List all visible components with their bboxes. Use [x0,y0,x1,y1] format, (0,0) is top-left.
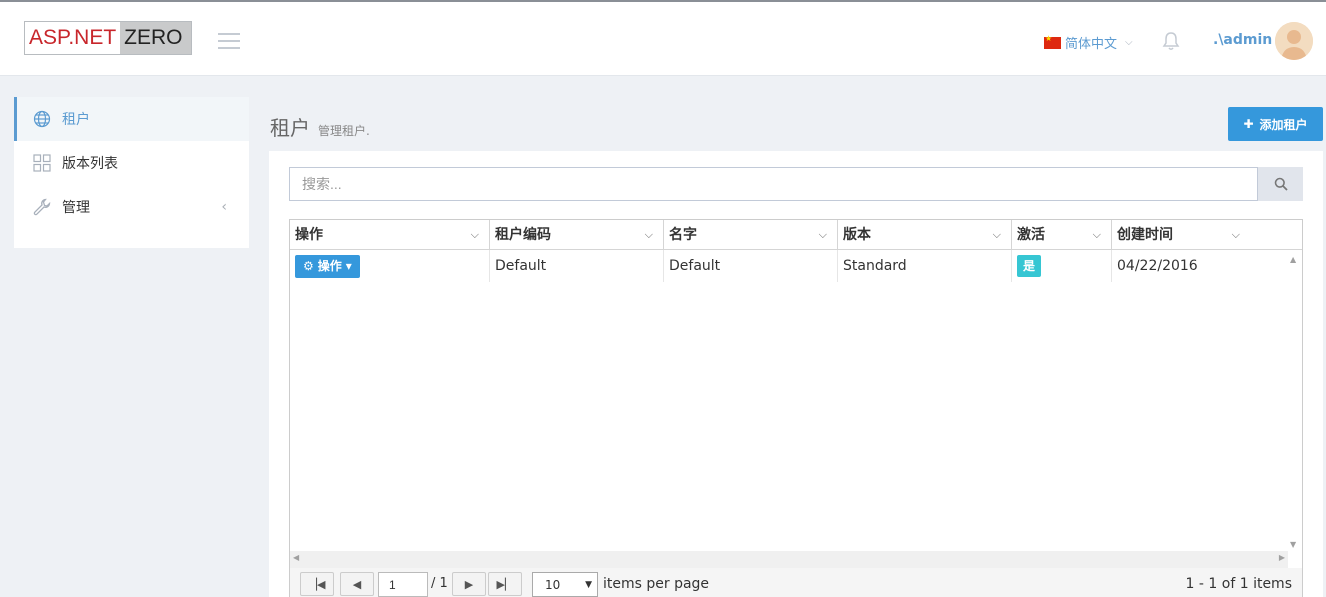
grid-header-row: 操作 ⌵ 租户编码 ⌵ 名字 ⌵ 版本 ⌵ 激活 ⌵ 创建时间 ⌵ [290,220,1302,250]
chevron-down-icon[interactable]: ⌵ [819,220,827,250]
previous-page-button[interactable]: ◀ [340,572,374,596]
user-avatar[interactable] [1275,22,1313,60]
chevron-down-icon: ⌵ [1125,37,1133,48]
sidebar-item-administration[interactable]: 管理 ‹ [14,185,249,229]
chevron-left-icon: ‹ [221,199,227,215]
top-header: ASP.NET ZERO 简体中文 ⌵ .\admin [0,0,1326,76]
language-label: 简体中文 [1065,37,1118,52]
dropdown-arrow-icon: ▼ [585,580,592,590]
china-flag-icon [1044,34,1061,49]
chevron-down-icon[interactable]: ⌵ [993,220,1001,250]
scroll-right-icon[interactable]: ▶ [1279,553,1285,562]
actions-cell: ⚙ 操作 ▾ [290,250,490,282]
chevron-down-icon[interactable]: ⌵ [1232,220,1240,250]
grid-icon [32,153,52,173]
search-icon [1274,177,1288,191]
creation-time-cell: 04/22/2016 [1117,258,1198,274]
last-page-button[interactable]: ▶▏ [488,572,522,596]
menu-toggle-icon[interactable] [218,33,240,49]
add-tenant-label: 添加租户 [1259,117,1308,132]
column-header-actions[interactable]: 操作 ⌵ [290,220,490,250]
scroll-left-icon[interactable]: ◀ [293,553,299,562]
column-header-creation-time[interactable]: 创建时间 ⌵ [1112,220,1286,250]
chevron-down-icon[interactable]: ⌵ [645,220,653,250]
plus-icon: ✚ [1243,117,1254,131]
scroll-down-icon[interactable]: ▼ [1290,540,1296,549]
sidebar-item-label: 租户 [62,112,90,128]
active-badge: 是 [1017,255,1041,277]
page-size-select[interactable]: 10 ▼ [532,572,598,597]
search-button[interactable] [1258,167,1303,201]
current-username[interactable]: .\admin [1213,32,1272,48]
sidebar-item-tenants[interactable]: 租户 [14,97,249,141]
page-number-input[interactable] [378,572,428,597]
column-header-edition[interactable]: 版本 ⌵ [838,220,1012,250]
sidebar-menu: 租户 版本列表 管理 ‹ [14,97,249,248]
logo-text-right: ZERO [120,22,191,54]
edition-cell: Standard [838,250,1012,282]
page-subtitle: 管理租户. [318,124,370,138]
logo-text-left: ASP.NET [25,22,121,54]
page-size-value: 10 [545,578,561,592]
table-row: ⚙ 操作 ▾ Default Default Standard 是 04/22/… [290,250,1302,282]
chevron-down-icon[interactable]: ⌵ [1093,220,1101,250]
actions-dropdown-button[interactable]: ⚙ 操作 ▾ [295,255,360,278]
first-page-button[interactable]: ▕◀ [300,572,334,596]
wrench-icon [32,197,52,217]
page-title-area: 租户 管理租户. [270,112,370,141]
name-cell: Default [664,250,838,282]
pager-info: 1 - 1 of 1 items [1185,576,1292,592]
horizontal-scrollbar[interactable]: ◀ ▶ [290,551,1288,568]
tenancy-name-cell: Default [490,250,664,282]
active-cell: 是 [1012,250,1112,282]
total-pages: / 1 [431,576,448,591]
globe-icon [32,109,52,129]
sidebar-item-label: 管理 [62,200,90,216]
column-header-tenancy-name[interactable]: 租户编码 ⌵ [490,220,664,250]
sidebar-item-label: 版本列表 [62,156,118,172]
column-header-name[interactable]: 名字 ⌵ [664,220,838,250]
next-page-button[interactable]: ▶ [452,572,486,596]
chevron-down-icon[interactable]: ⌵ [471,220,479,250]
previous-page-icon: ◀ [352,577,362,591]
items-per-page-label: items per page [603,576,710,592]
grid-pager: ▕◀ ◀ / 1 ▶ ▶▏ 10 ▼ items per page 1 - 1 … [290,568,1302,597]
search-input[interactable] [289,167,1258,201]
tenants-portlet: 操作⌵ 租户编码⌵ 名字⌵ 版本⌵ 激活⌵ 创建时间⌵ ⚙ 操作 [269,151,1323,597]
last-page-icon: ▶▏ [496,577,514,591]
column-header-active[interactable]: 激活 ⌵ [1012,220,1112,250]
scroll-up-icon[interactable]: ▲ [1290,255,1296,264]
add-tenant-button[interactable]: ✚ 添加租户 [1228,107,1323,141]
page-title: 租户 [270,116,310,140]
first-page-icon: ▕◀ [308,577,326,591]
sidebar-item-editions[interactable]: 版本列表 [14,141,249,185]
language-selector[interactable]: 简体中文 ⌵ [1044,33,1133,52]
notification-bell-icon[interactable] [1162,31,1180,51]
next-page-icon: ▶ [464,577,474,591]
tenants-grid: 操作 ⌵ 租户编码 ⌵ 名字 ⌵ 版本 ⌵ 激活 ⌵ 创建时间 ⌵ ⚙ 操作 ▾… [289,219,1303,597]
vertical-scrollbar[interactable]: ▲ ▼ [1287,251,1302,551]
app-logo[interactable]: ASP.NET ZERO [24,21,192,55]
caret-down-icon: ▾ [345,259,352,273]
gear-icon: ⚙ [303,259,314,273]
